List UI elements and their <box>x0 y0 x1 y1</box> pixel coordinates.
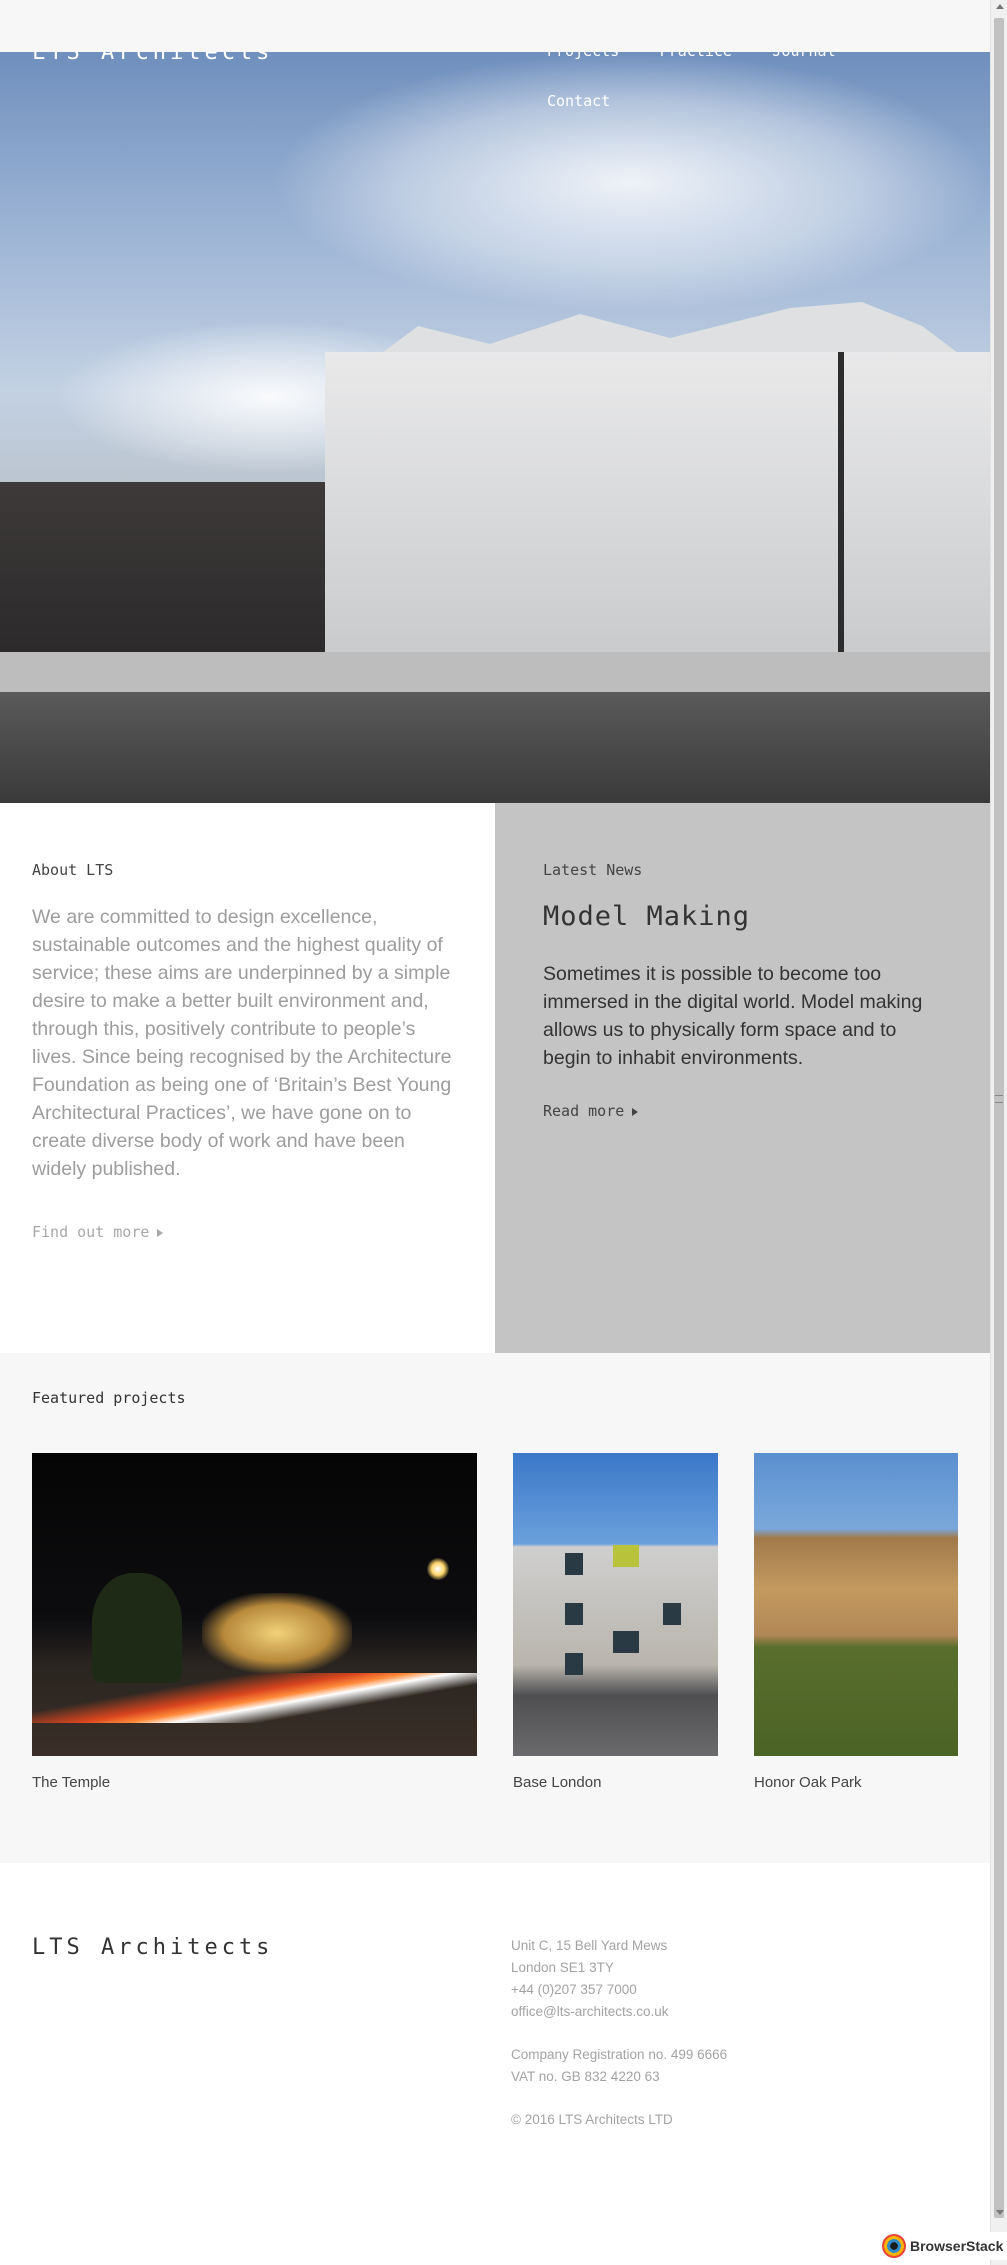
project-name[interactable]: The Temple <box>32 1774 477 1791</box>
read-more-link[interactable]: Read more <box>543 1102 639 1120</box>
address-line: London SE1 3TY <box>511 1960 614 1975</box>
featured-heading: Featured projects <box>32 1389 186 1407</box>
address-line: Unit C, 15 Bell Yard Mews <box>511 1938 668 1953</box>
browserstack-logo-icon <box>882 2234 906 2258</box>
project-image[interactable] <box>513 1453 718 1756</box>
about-section: About LTS We are committed to design exc… <box>0 803 495 1353</box>
footer-contact: Unit C, 15 Bell Yard Mews London SE1 3TY… <box>511 1935 727 2131</box>
footer-logo[interactable]: LTS Architects <box>32 1935 273 1960</box>
project-card-the-temple[interactable]: The Temple <box>32 1453 477 1791</box>
project-name[interactable]: Honor Oak Park <box>754 1774 958 1791</box>
grip-icon <box>995 1095 1003 1103</box>
triangle-right-icon <box>157 1228 164 1237</box>
latest-news-section: Latest News Model Making Sometimes it is… <box>495 803 990 1353</box>
nav-contact[interactable]: Contact <box>547 92 610 110</box>
company-registration: Company Registration no. 499 6666 <box>511 2047 728 2062</box>
news-body: Sometimes it is possible to become too i… <box>543 963 923 1069</box>
copyright: © 2016 LTS Architects LTD <box>511 2112 673 2127</box>
main-nav: Projects Practice Journal Contact <box>547 42 877 142</box>
page: LTS Architects Projects Practice Journal… <box>0 0 990 2265</box>
email-link[interactable]: office@lts-architects.co.uk <box>511 2001 727 2023</box>
project-card-honor-oak-park[interactable]: Honor Oak Park <box>754 1453 958 1791</box>
news-title[interactable]: Model Making <box>543 901 942 932</box>
arrow-up-icon[interactable] <box>996 4 1004 9</box>
featured-projects-section: Featured projects The Temple Base London <box>0 1353 990 1863</box>
phone-number[interactable]: +44 (0)207 357 7000 <box>511 1979 727 2001</box>
browserstack-badge[interactable]: BrowserStack <box>878 2232 1007 2260</box>
arrow-down-icon[interactable] <box>996 2210 1004 2215</box>
browserstack-label: BrowserStack <box>910 2238 1004 2254</box>
top-bar <box>0 0 990 52</box>
footer: LTS Architects Unit C, 15 Bell Yard Mews… <box>0 1863 990 2265</box>
triangle-right-icon <box>632 1107 639 1116</box>
project-name[interactable]: Base London <box>513 1774 718 1791</box>
about-body: We are committed to design excellence, s… <box>32 906 452 1180</box>
news-heading: Latest News <box>543 861 643 879</box>
project-card-base-london[interactable]: Base London <box>513 1453 718 1791</box>
find-out-more-link[interactable]: Find out more <box>32 1223 164 1241</box>
vertical-scrollbar[interactable] <box>990 0 1007 2265</box>
vat-number: VAT no. GB 832 4220 63 <box>511 2069 660 2084</box>
about-heading: About LTS <box>32 861 114 879</box>
project-image[interactable] <box>754 1453 958 1756</box>
hero-image <box>0 52 990 803</box>
scrollbar-thumb[interactable] <box>994 18 1004 2218</box>
project-image[interactable] <box>32 1453 477 1756</box>
